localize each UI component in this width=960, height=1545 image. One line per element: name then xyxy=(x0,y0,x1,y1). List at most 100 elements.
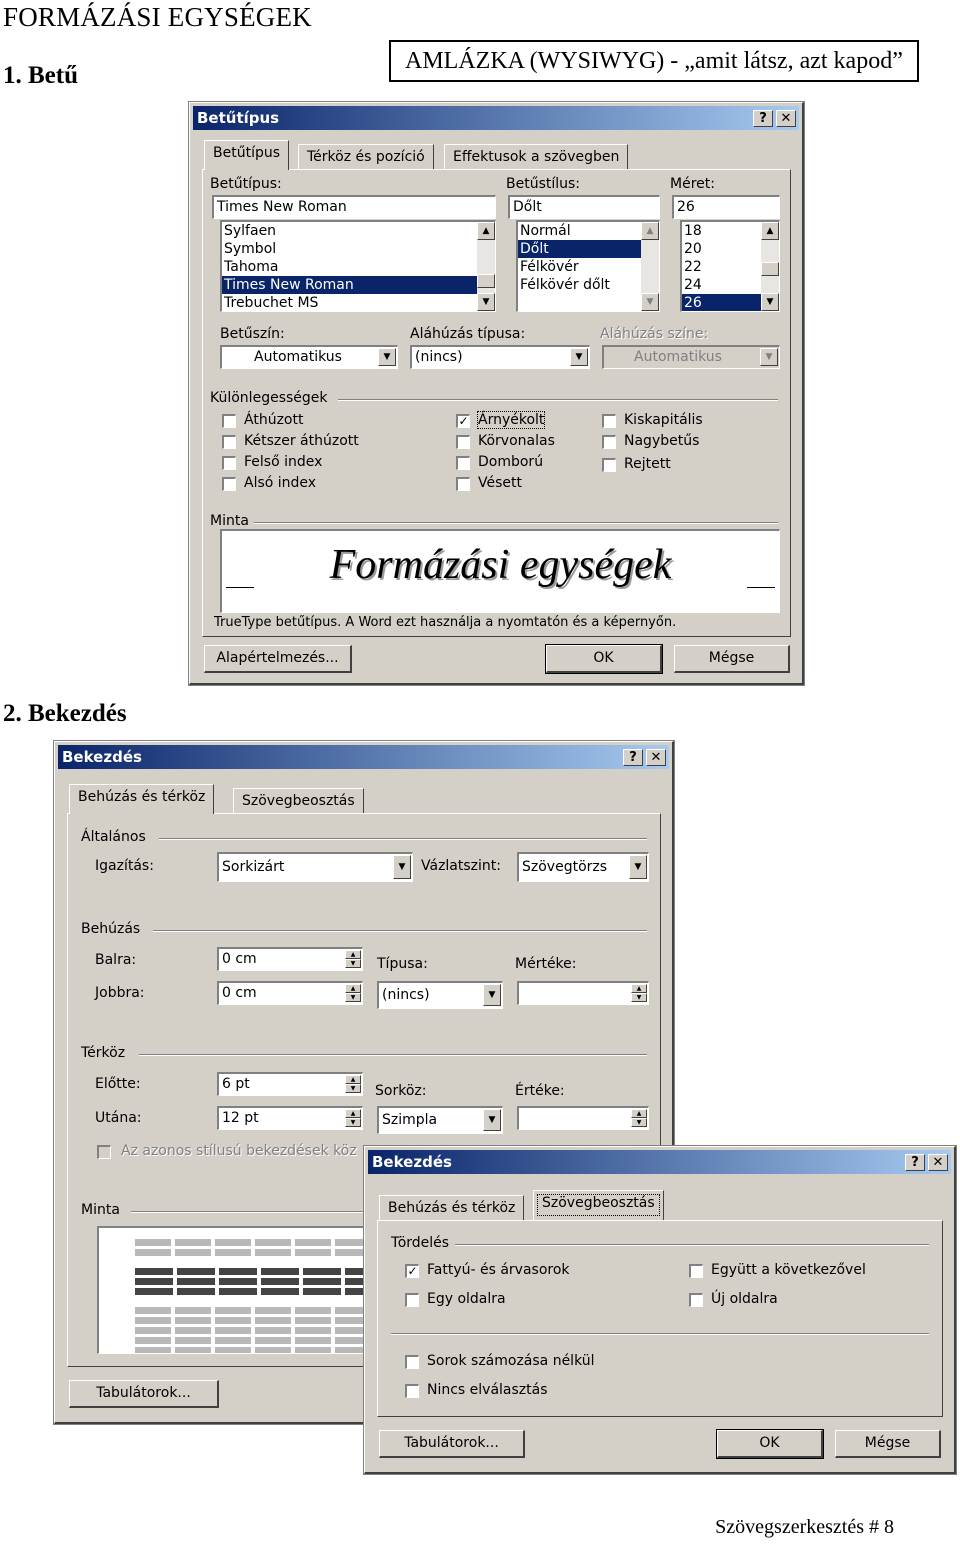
subscript-checkbox[interactable] xyxy=(222,477,236,491)
scroll-up-arrow-icon[interactable]: ▲ xyxy=(477,222,495,240)
size-list-scrollbar[interactable]: ▲ ▼ xyxy=(761,222,779,311)
font-list[interactable]: Sylfaen Symbol Tahoma Times New Roman Tr… xyxy=(220,220,496,312)
spin-down-icon[interactable]: ▼ xyxy=(345,1118,361,1127)
tab-font[interactable]: Betűtípus xyxy=(204,140,290,170)
shadow-checkbox[interactable]: ✓ xyxy=(456,414,470,428)
dropdown-arrow-icon[interactable]: ▼ xyxy=(570,348,588,366)
dropdown-arrow-icon[interactable]: ▼ xyxy=(393,855,411,879)
font-list-item[interactable]: Sylfaen xyxy=(222,222,495,240)
font-size-input[interactable]: 26 xyxy=(672,195,780,219)
line-spacing-at-spinner[interactable]: ▲ ▼ xyxy=(631,1109,647,1128)
style-list-item[interactable]: Normál xyxy=(518,222,659,240)
page-break-before-label[interactable]: Új oldalra xyxy=(711,1291,778,1307)
spin-down-icon[interactable]: ▼ xyxy=(631,1118,647,1127)
small-caps-checkbox[interactable] xyxy=(602,414,616,428)
keep-with-next-label[interactable]: Együtt a következővel xyxy=(711,1262,866,1278)
close-button[interactable]: ✕ xyxy=(646,749,666,766)
spin-up-icon[interactable]: ▲ xyxy=(631,984,647,993)
hidden-checkbox[interactable] xyxy=(602,458,616,472)
superscript-label[interactable]: Felső index xyxy=(244,454,322,470)
spacing-after-spinner[interactable]: ▲ ▼ xyxy=(345,1109,361,1128)
scroll-up-arrow-icon[interactable]: ▲ xyxy=(641,222,659,240)
all-caps-checkbox[interactable] xyxy=(602,435,616,449)
tab-line-page-breaks[interactable]: Szövegbeosztás xyxy=(533,1190,664,1220)
font-list-item[interactable]: Trebuchet MS xyxy=(222,294,495,311)
dont-hyphenate-checkbox[interactable] xyxy=(405,1384,419,1398)
suppress-line-numbers-checkbox[interactable] xyxy=(405,1355,419,1369)
outline-label[interactable]: Körvonalas xyxy=(478,433,555,449)
font-list-item[interactable]: Symbol xyxy=(222,240,495,258)
style-list-item-selected[interactable]: Dőlt xyxy=(518,240,659,258)
cancel-button[interactable]: Mégse xyxy=(835,1430,941,1458)
left-indent-input[interactable]: 0 cm ▲ ▼ xyxy=(217,947,363,971)
spin-up-icon[interactable]: ▲ xyxy=(345,950,361,959)
alignment-select[interactable]: Sorkizárt ▼ xyxy=(217,852,413,882)
dropdown-arrow-icon[interactable]: ▼ xyxy=(378,348,396,366)
indent-by-input[interactable]: ▲ ▼ xyxy=(517,981,649,1005)
special-indent-select[interactable]: (nincs) ▼ xyxy=(377,981,503,1009)
close-button[interactable]: ✕ xyxy=(776,110,796,127)
widow-orphan-checkbox[interactable]: ✓ xyxy=(405,1264,419,1278)
page-break-before-checkbox[interactable] xyxy=(689,1293,703,1307)
help-button[interactable]: ? xyxy=(905,1154,925,1171)
font-name-input[interactable]: Times New Roman xyxy=(212,195,496,219)
dont-hyphenate-label[interactable]: Nincs elválasztás xyxy=(427,1382,548,1398)
engrave-label[interactable]: Vésett xyxy=(478,475,522,491)
tabs-button[interactable]: Tabulátorok... xyxy=(379,1430,525,1458)
style-list-scrollbar[interactable]: ▲ ▼ xyxy=(641,222,659,311)
keep-with-next-checkbox[interactable] xyxy=(689,1264,703,1278)
tabs-button[interactable]: Tabulátorok... xyxy=(69,1380,219,1408)
spacing-before-input[interactable]: 6 pt ▲ ▼ xyxy=(217,1072,363,1096)
hidden-label[interactable]: Rejtett xyxy=(624,456,671,472)
font-style-input[interactable]: Dőlt xyxy=(508,195,660,219)
tab-indents-spacing[interactable]: Behúzás és térköz xyxy=(379,1195,525,1221)
scroll-up-arrow-icon[interactable]: ▲ xyxy=(761,222,779,240)
right-indent-input[interactable]: 0 cm ▲ ▼ xyxy=(217,981,363,1005)
help-button[interactable]: ? xyxy=(623,749,643,766)
scroll-down-arrow-icon[interactable]: ▼ xyxy=(761,293,779,311)
ok-button[interactable]: OK xyxy=(545,644,663,674)
scroll-thumb[interactable] xyxy=(761,262,779,276)
line-spacing-at-input[interactable]: ▲ ▼ xyxy=(517,1106,649,1130)
tab-text-effects[interactable]: Effektusok a szövegben xyxy=(444,144,629,170)
font-list-scrollbar[interactable]: ▲ ▼ xyxy=(477,222,495,311)
keep-lines-together-label[interactable]: Egy oldalra xyxy=(427,1291,506,1307)
spin-down-icon[interactable]: ▼ xyxy=(631,993,647,1002)
style-list-item[interactable]: Félkövér dőlt xyxy=(518,276,659,294)
tab-indents-spacing[interactable]: Behúzás és térköz xyxy=(69,784,215,814)
double-strikethrough-label[interactable]: Kétszer áthúzott xyxy=(244,433,359,449)
scroll-down-arrow-icon[interactable]: ▼ xyxy=(641,293,659,311)
tab-line-page-breaks[interactable]: Szövegbeosztás xyxy=(233,788,364,814)
cancel-button[interactable]: Mégse xyxy=(674,645,790,673)
close-button[interactable]: ✕ xyxy=(928,1154,948,1171)
spin-down-icon[interactable]: ▼ xyxy=(345,959,361,968)
spacing-after-input[interactable]: 12 pt ▲ ▼ xyxy=(217,1106,363,1130)
widow-orphan-label[interactable]: Fattyú- és árvasorok xyxy=(427,1262,570,1278)
outline-checkbox[interactable] xyxy=(456,435,470,449)
help-button[interactable]: ? xyxy=(753,110,773,127)
emboss-label[interactable]: Domború xyxy=(478,454,543,470)
font-size-list[interactable]: 18 20 22 24 26 ▲ ▼ xyxy=(680,220,780,312)
small-caps-label[interactable]: Kiskapitális xyxy=(624,412,703,428)
emboss-checkbox[interactable] xyxy=(456,456,470,470)
left-indent-spinner[interactable]: ▲ ▼ xyxy=(345,950,361,969)
superscript-checkbox[interactable] xyxy=(222,456,236,470)
strikethrough-checkbox[interactable] xyxy=(222,414,236,428)
spin-down-icon[interactable]: ▼ xyxy=(345,993,361,1002)
right-indent-spinner[interactable]: ▲ ▼ xyxy=(345,984,361,1003)
dropdown-arrow-icon[interactable]: ▼ xyxy=(483,984,501,1006)
spin-up-icon[interactable]: ▲ xyxy=(631,1109,647,1118)
spacing-before-spinner[interactable]: ▲ ▼ xyxy=(345,1075,361,1094)
shadow-label[interactable]: Árnyékolt xyxy=(476,411,546,429)
keep-lines-together-checkbox[interactable] xyxy=(405,1293,419,1307)
line-spacing-select[interactable]: Szimpla ▼ xyxy=(377,1106,503,1134)
strikethrough-label[interactable]: Áthúzott xyxy=(244,412,303,428)
ok-button[interactable]: OK xyxy=(716,1429,824,1459)
default-button[interactable]: Alapértelmezés... xyxy=(204,645,352,673)
font-color-select[interactable]: Automatikus ▼ xyxy=(220,345,398,369)
spin-up-icon[interactable]: ▲ xyxy=(345,1075,361,1084)
font-style-list[interactable]: Normál Dőlt Félkövér Félkövér dőlt ▲ ▼ xyxy=(516,220,660,312)
all-caps-label[interactable]: Nagybetűs xyxy=(624,433,699,449)
style-list-item[interactable]: Félkövér xyxy=(518,258,659,276)
dropdown-arrow-icon[interactable]: ▼ xyxy=(483,1109,501,1131)
